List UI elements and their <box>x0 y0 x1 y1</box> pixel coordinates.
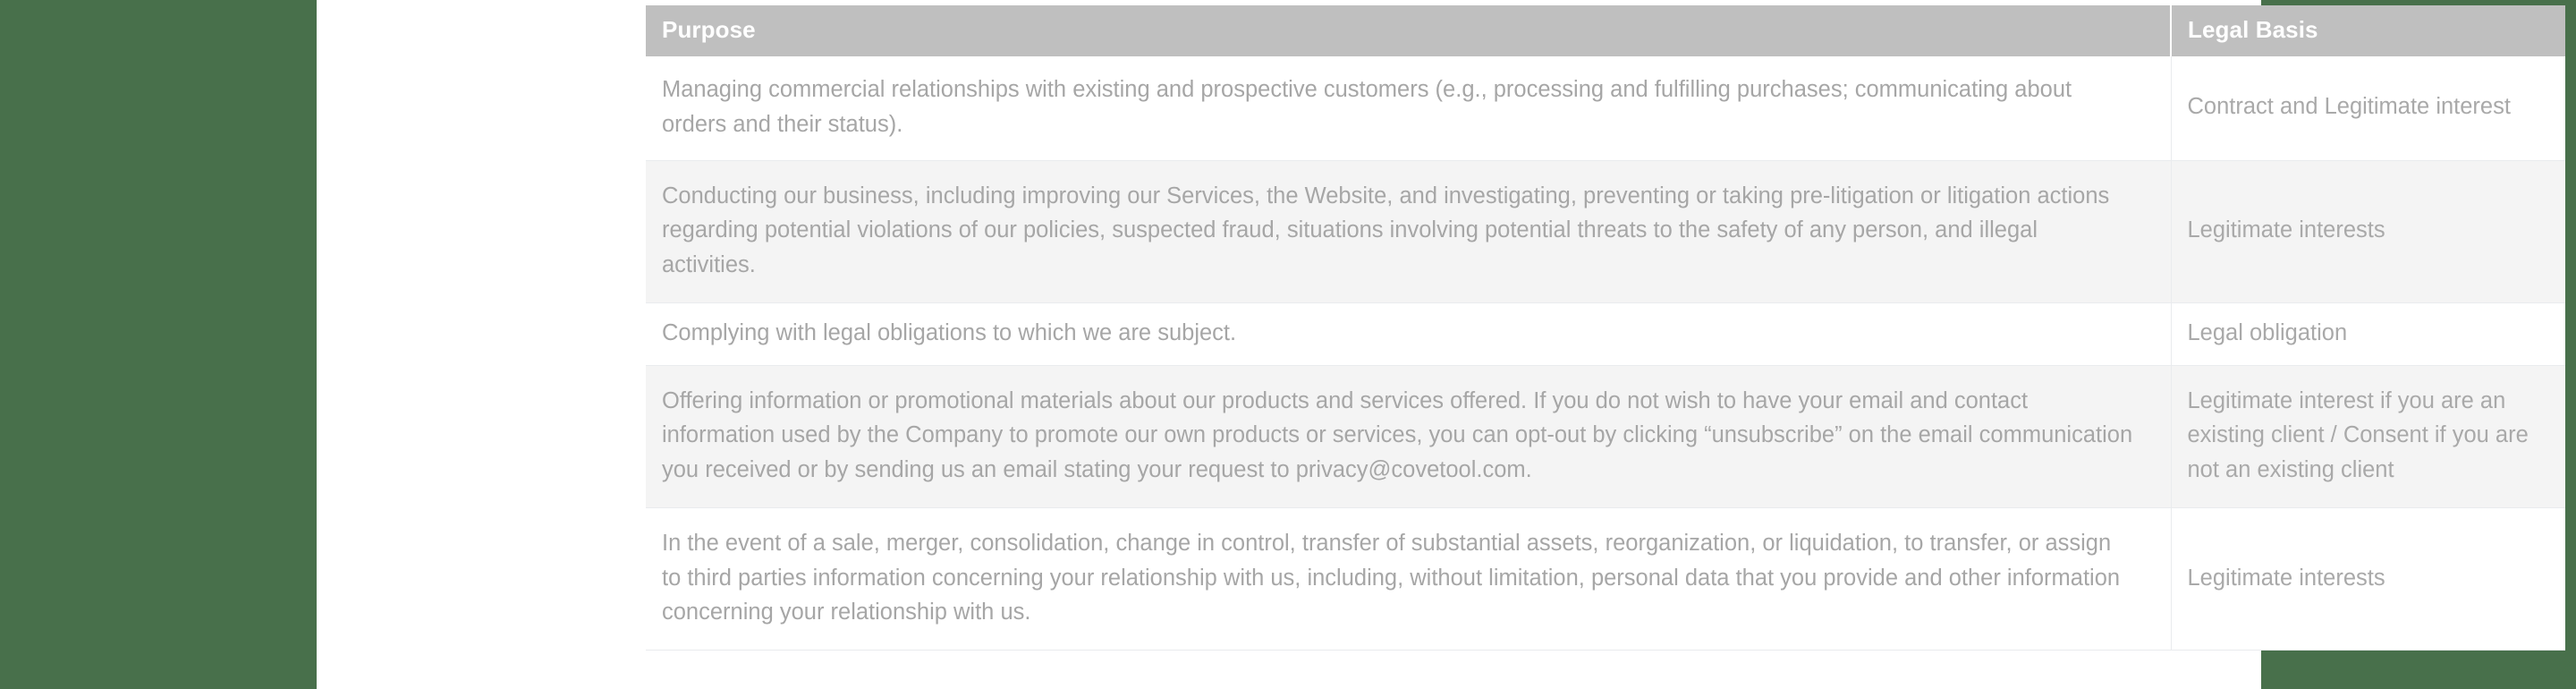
cell-purpose: Complying with legal obligations to whic… <box>646 302 2171 366</box>
document-content-area: Purpose Legal Basis Managing commercial … <box>317 0 2565 689</box>
table-row: Offering information or promotional mate… <box>646 365 2565 508</box>
cell-legal-basis: Legitimate interests <box>2170 160 2565 303</box>
cell-legal-basis: Legitimate interests <box>2170 507 2565 651</box>
cell-legal-basis: Legitimate interest if you are an existi… <box>2170 365 2565 508</box>
table-row: In the event of a sale, merger, consolid… <box>646 507 2565 651</box>
purpose-legal-basis-table: Purpose Legal Basis Managing commercial … <box>646 5 2565 651</box>
cell-purpose: Offering information or promotional mate… <box>646 365 2171 508</box>
cell-purpose: Conducting our business, including impro… <box>646 160 2171 303</box>
cell-purpose: In the event of a sale, merger, consolid… <box>646 507 2171 651</box>
column-header-legal-basis: Legal Basis <box>2171 5 2565 56</box>
legal-basis-table-container: Purpose Legal Basis Managing commercial … <box>646 5 2565 651</box>
purpose-text: Complying with legal obligations to whic… <box>662 319 1237 345</box>
legal-basis-text: Contract and Legitimate interest <box>2187 94 2511 120</box>
cell-legal-basis: Contract and Legitimate interest <box>2170 56 2565 161</box>
table-header-row: Purpose Legal Basis <box>646 5 2565 56</box>
table-row: Managing commercial relationships with e… <box>646 56 2565 161</box>
table-body: Managing commercial relationships with e… <box>646 56 2565 651</box>
legal-basis-text: Legitimate interests <box>2187 217 2385 243</box>
legal-basis-text: Legitimate interest if you are an existi… <box>2187 387 2529 483</box>
table-row: Conducting our business, including impro… <box>646 160 2565 303</box>
legal-basis-text: Legitimate interests <box>2187 565 2385 591</box>
legal-basis-text: Legal obligation <box>2187 319 2348 345</box>
column-header-purpose: Purpose <box>646 5 2172 56</box>
cell-purpose: Managing commercial relationships with e… <box>646 56 2171 161</box>
cell-legal-basis: Legal obligation <box>2170 302 2565 366</box>
table-row: Complying with legal obligations to whic… <box>646 302 2565 366</box>
table-header: Purpose Legal Basis <box>646 5 2565 56</box>
purpose-text: In the event of a sale, merger, consolid… <box>662 530 2121 625</box>
purpose-text: Offering information or promotional mate… <box>662 387 2133 483</box>
purpose-text: Conducting our business, including impro… <box>662 183 2110 278</box>
purpose-text: Managing commercial relationships with e… <box>662 77 2072 137</box>
